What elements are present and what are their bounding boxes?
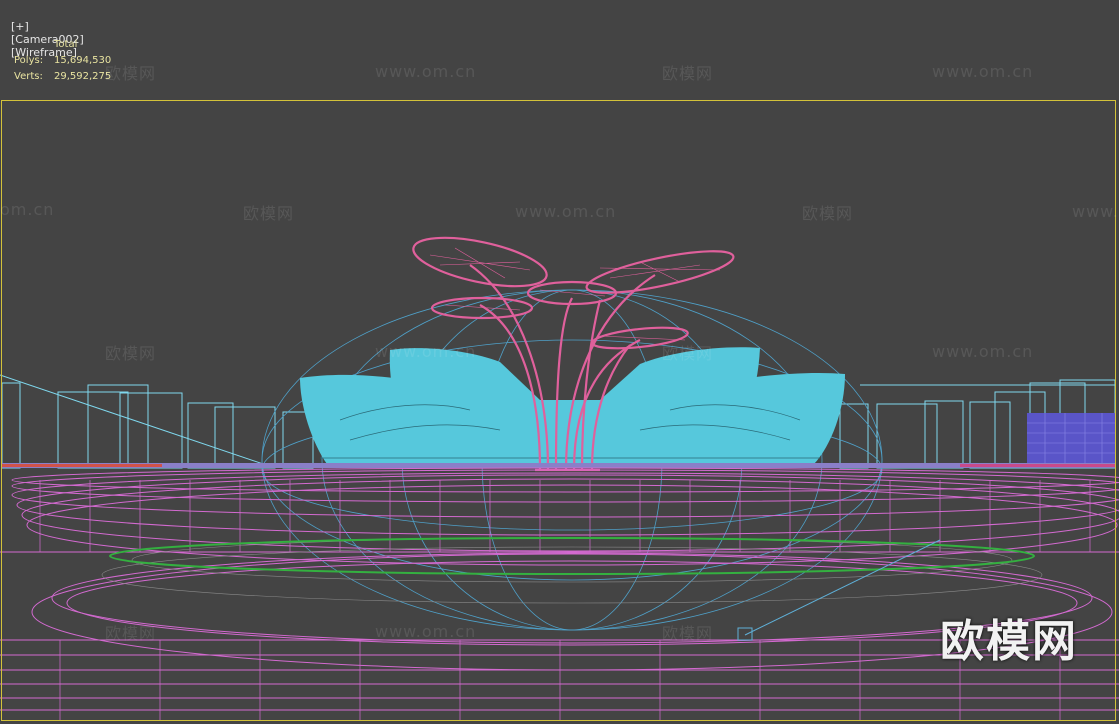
watermark-cn: 欧模网 [105, 624, 157, 643]
watermark-url: www.om.cn [932, 342, 1034, 361]
watermark-url: www.om.cn [375, 62, 477, 81]
watermark-url: www.om.cn [515, 202, 617, 221]
watermark-cn: 欧模网 [662, 624, 714, 643]
watermark-url: www.om.cn [375, 622, 477, 641]
ground-strip [2, 463, 1115, 468]
watermark-cn: 欧模网 [105, 344, 157, 363]
camera-target-line [744, 539, 941, 636]
watermark-url: www.om.cn [932, 62, 1034, 81]
watermark-cn: 欧模网 [243, 204, 295, 223]
camera-target-marker[interactable] [737, 627, 753, 641]
watermark-cn: 欧模网 [662, 344, 714, 363]
plaza-wireframe [0, 467, 1119, 711]
watermark-url: www.om.cn [375, 342, 477, 361]
inner-pool-wire [101, 537, 1043, 604]
green-ring [109, 537, 1035, 575]
watermark-cn: 欧模网 [802, 204, 854, 223]
watermark-logo: 欧模网 [940, 616, 1078, 667]
ground-strip-red-right [960, 464, 1115, 467]
watermark-url: www.om.cn [1072, 202, 1119, 221]
watermark-cn: 欧模网 [662, 64, 714, 83]
watermark-cn: 欧模网 [105, 64, 157, 83]
watermark-url: om.cn [0, 200, 55, 219]
ground-strip-red-left [2, 464, 162, 467]
